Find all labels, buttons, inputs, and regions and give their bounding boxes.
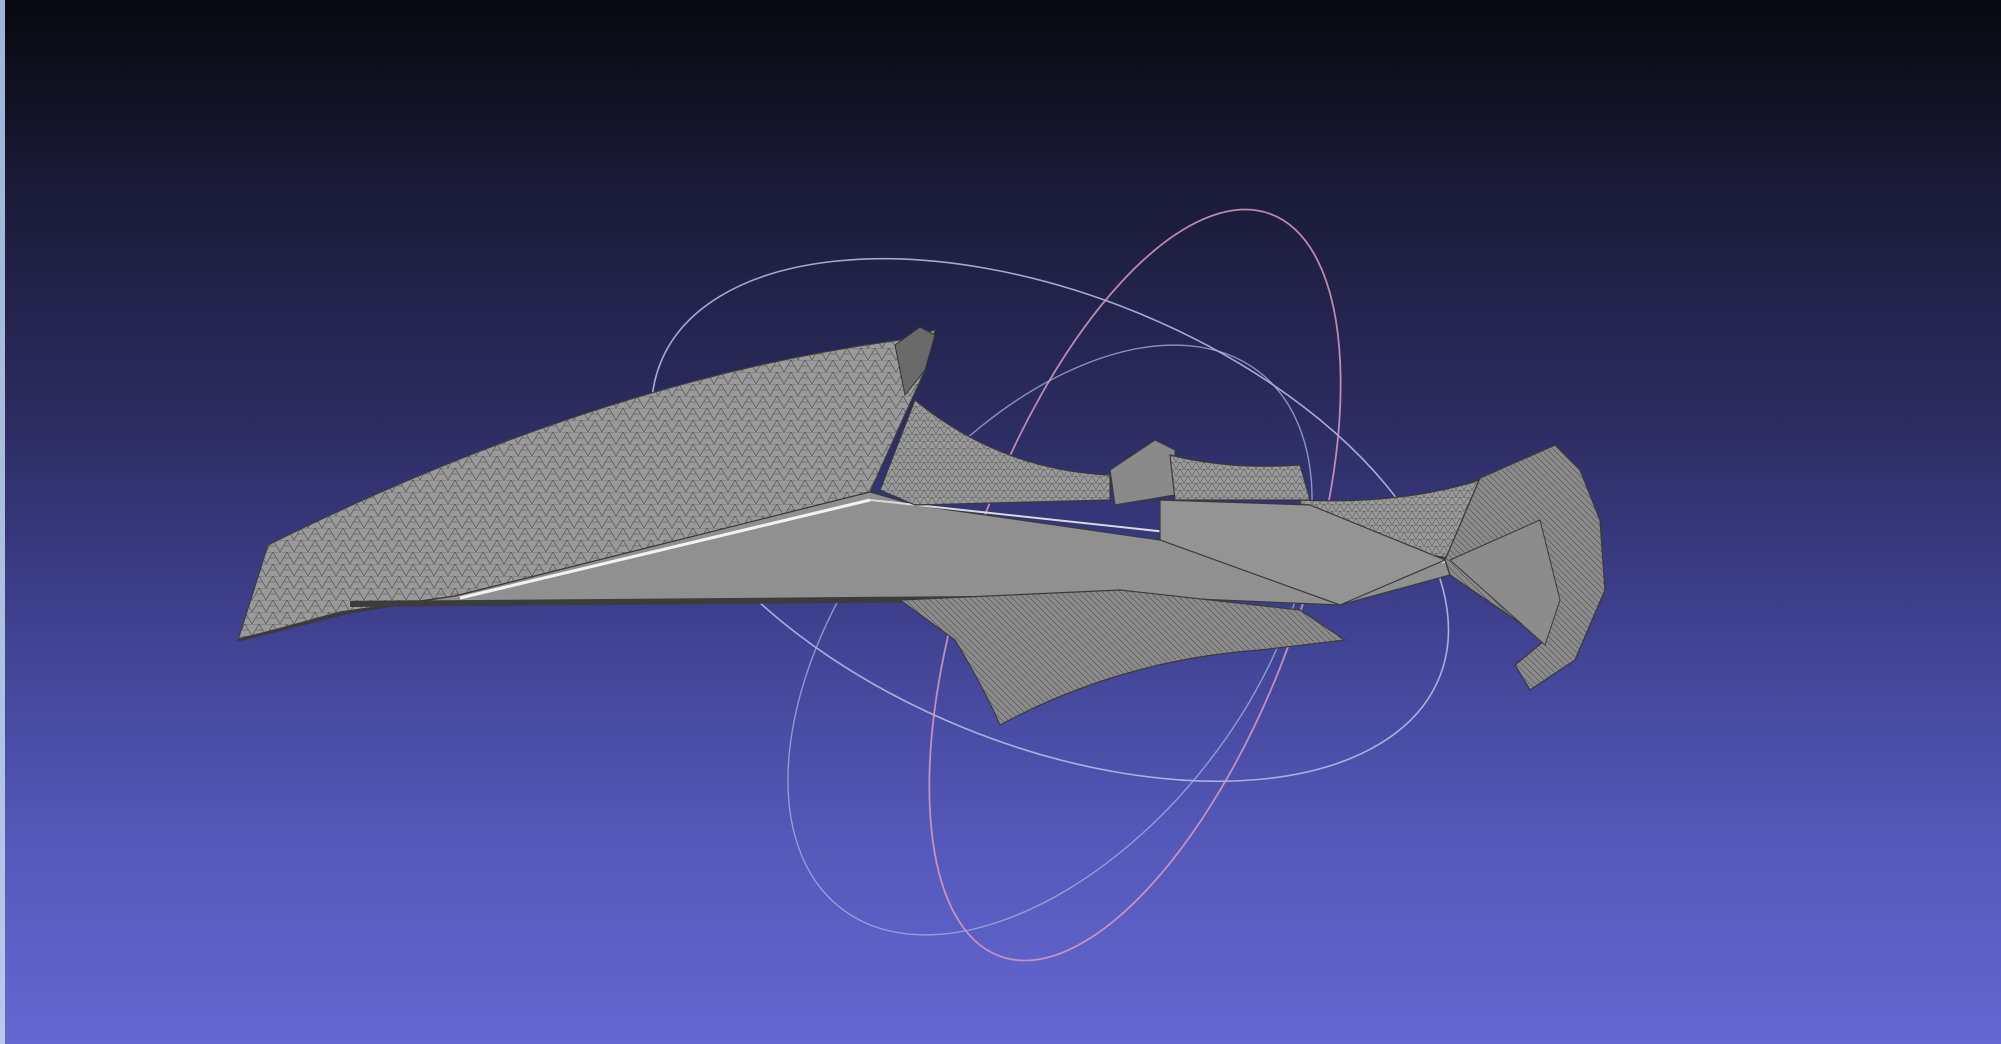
crossguard-lower-wing [898, 589, 1347, 726]
handle-block-front [1109, 439, 1176, 506]
handle-grip [1169, 454, 1311, 501]
scene-canvas[interactable] [0, 0, 2001, 1044]
dagger-mesh-model[interactable] [237, 326, 1606, 726]
3d-viewport[interactable] [0, 0, 2001, 1044]
